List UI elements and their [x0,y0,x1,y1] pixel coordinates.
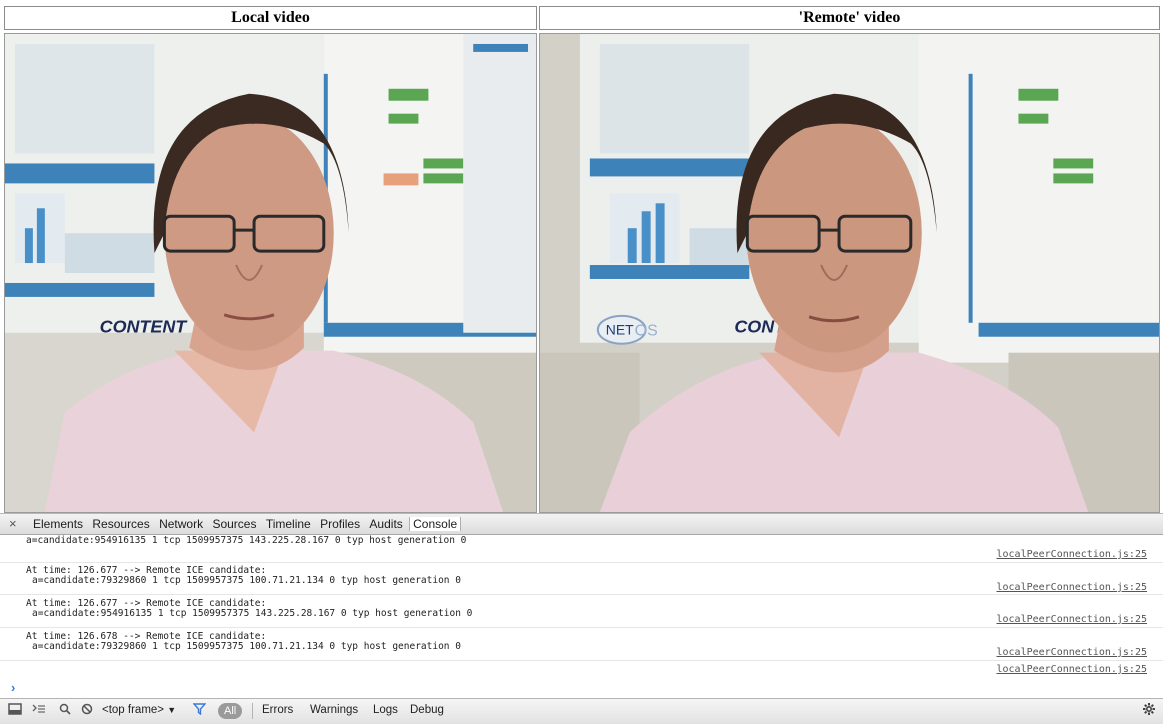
svg-text:NET: NET [606,322,634,338]
source-link[interactable]: localPeerConnection.js:25 [996,647,1147,658]
console-prompt[interactable]: › [11,680,15,695]
local-video-title: Local video [4,6,537,30]
local-video-panel: Local video CONTENT [4,6,537,513]
console-message: At time: 126.677 --> Remote ICE candidat… [0,594,1163,628]
devtools-tabbar: × Elements Resources Network Sources Tim… [0,513,1163,535]
filter-icon[interactable] [190,702,208,720]
tab-console[interactable]: Console [409,517,462,531]
tab-resources[interactable]: Resources [89,517,152,531]
console-message: At time: 126.677 --> Remote ICE candidat… [0,562,1163,595]
source-link[interactable]: localPeerConnection.js:25 [996,664,1147,675]
filter-all-button[interactable]: All [218,703,243,719]
frame-select-value: <top frame> [102,704,165,716]
show-drawer-icon[interactable] [30,702,48,720]
tab-network[interactable]: Network [156,517,206,531]
search-icon[interactable] [56,702,74,720]
remote-video[interactable]: NET OS CONTENT [539,33,1160,513]
filter-warnings[interactable]: Warnings [310,704,358,716]
video-area: Local video CONTENT 'Remote' video NET O… [0,0,1163,513]
tab-sources[interactable]: Sources [209,517,259,531]
devtools-statusbar: <top frame> ▼ All Errors Warnings Logs D… [0,698,1163,724]
local-video-scene: CONTENT [5,34,536,512]
tab-elements[interactable]: Elements [30,517,86,531]
svg-text:OS: OS [635,323,658,340]
filter-debug[interactable]: Debug [410,704,444,716]
console-message-text: a=candidate:954916135 1 tcp 1509957375 1… [26,535,467,546]
svg-text:CONTENT: CONTENT [100,317,189,337]
remote-video-title: 'Remote' video [539,6,1160,30]
frame-select[interactable]: <top frame> ▼ [102,704,176,716]
remote-video-panel: 'Remote' video NET OS CONTENT [539,6,1160,513]
gear-icon[interactable] [1140,702,1158,720]
source-link[interactable]: localPeerConnection.js:25 [996,582,1147,593]
filter-logs[interactable]: Logs [373,704,398,716]
console-message-text: a=candidate:79329860 1 tcp 1509957375 10… [32,575,461,586]
tab-timeline[interactable]: Timeline [263,517,314,531]
remote-video-scene: NET OS CONTENT [540,34,1159,512]
dock-icon[interactable] [6,702,24,720]
chevron-down-icon: ▼ [167,705,177,715]
clear-console-icon[interactable] [78,702,96,720]
devtools-panel: × Elements Resources Network Sources Tim… [0,513,1163,724]
console-message-text: a=candidate:954916135 1 tcp 1509957375 1… [32,608,473,619]
console-output[interactable]: a=candidate:954916135 1 tcp 1509957375 1… [0,535,1163,698]
console-message-text: a=candidate:79329860 1 tcp 1509957375 10… [32,641,461,652]
source-link[interactable]: localPeerConnection.js:25 [996,549,1147,560]
source-link[interactable]: localPeerConnection.js:25 [996,614,1147,625]
console-message: a=candidate:954916135 1 tcp 1509957375 1… [0,535,1163,563]
divider [252,703,253,719]
local-video[interactable]: CONTENT [4,33,537,513]
console-message: At time: 126.678 --> Remote ICE candidat… [0,627,1163,661]
tab-profiles[interactable]: Profiles [317,517,363,531]
close-icon[interactable]: × [9,516,17,531]
filter-errors[interactable]: Errors [262,704,293,716]
console-message: localPeerConnection.js:25 [0,660,1163,682]
tab-audits[interactable]: Audits [366,517,405,531]
